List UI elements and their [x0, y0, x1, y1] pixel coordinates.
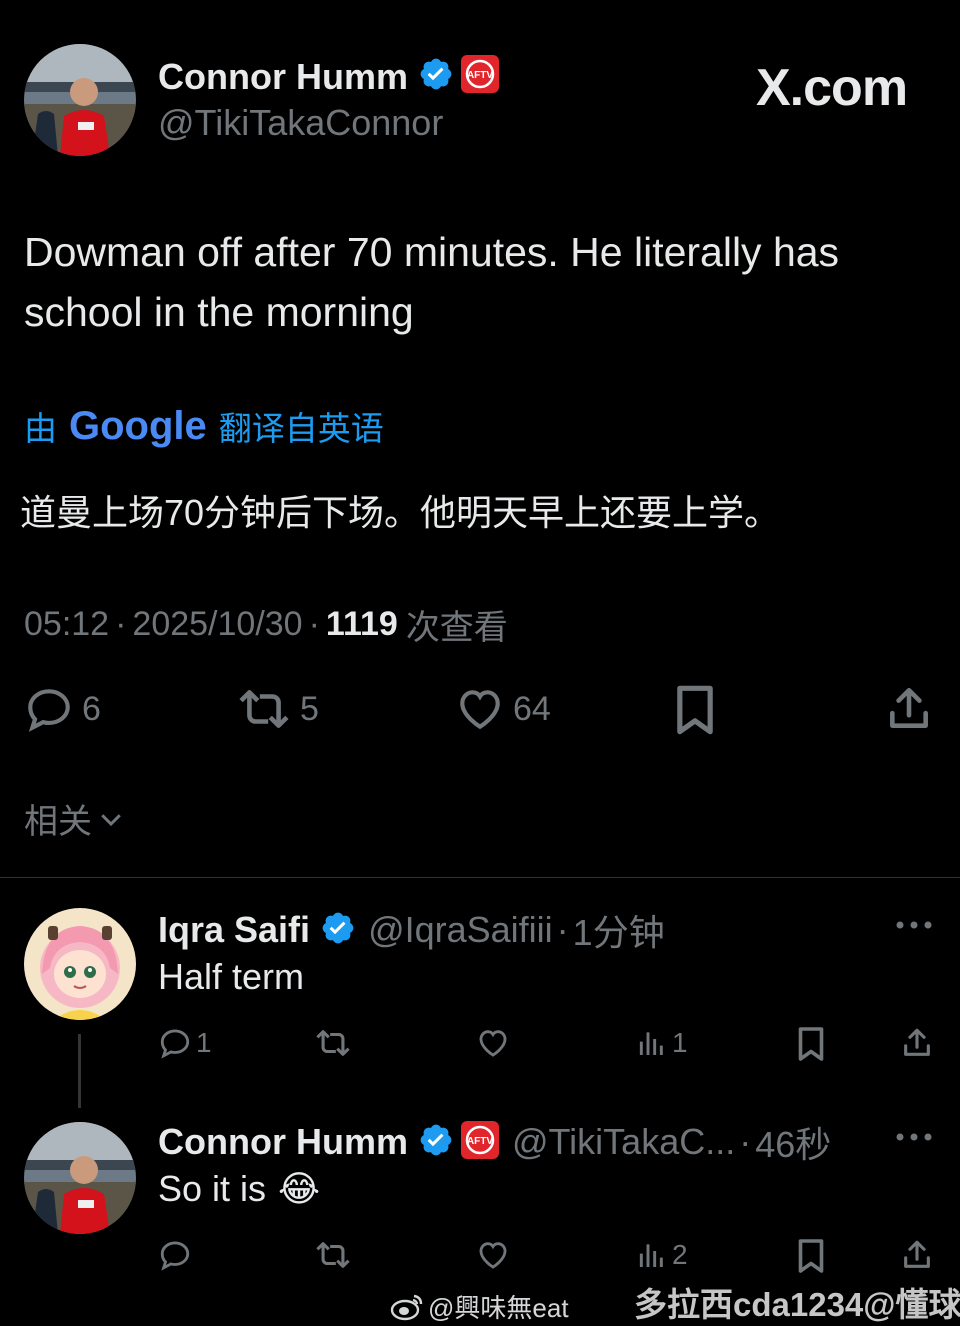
view-count: 1 — [672, 1027, 688, 1058]
reply-author-handle[interactable]: @TikiTakaC... — [512, 1121, 735, 1163]
retweet-icon — [316, 1242, 350, 1268]
retweet-icon — [239, 690, 289, 728]
like-count: 64 — [513, 689, 551, 728]
verified-badge-icon — [418, 56, 454, 97]
reply-icon — [160, 1029, 190, 1059]
share-button[interactable] — [884, 684, 934, 734]
reply-text-content: So it is — [158, 1168, 267, 1209]
reply-time[interactable]: 1分钟 — [573, 904, 665, 956]
google-logo: Google — [69, 403, 207, 448]
divider — [0, 877, 960, 878]
reply-count: 1 — [196, 1027, 212, 1058]
retweet-button[interactable] — [314, 1026, 352, 1060]
chevron-down-icon — [101, 813, 121, 826]
more-options-button[interactable] — [894, 908, 934, 947]
bookmark-icon — [677, 685, 713, 735]
translate-link[interactable]: 由 Google 翻译自英语 — [24, 402, 384, 450]
author-name[interactable]: Connor Humm — [158, 56, 408, 98]
view-count: 2 — [672, 1239, 688, 1270]
heart-icon — [479, 1242, 507, 1269]
reply-avatar[interactable] — [24, 1122, 136, 1234]
author-avatar[interactable] — [24, 44, 136, 156]
share-icon — [890, 687, 928, 728]
more-icon — [896, 1133, 932, 1141]
share-button[interactable] — [900, 1238, 934, 1272]
reply-avatar[interactable] — [24, 908, 136, 1020]
more-icon — [896, 921, 932, 929]
thread-connector-line — [78, 1034, 81, 1108]
more-options-button[interactable] — [894, 1120, 934, 1159]
reply-count: 6 — [82, 689, 101, 728]
like-button[interactable]: 64 — [455, 684, 551, 734]
tweet-text: Dowman off after 70 minutes. He literall… — [24, 229, 840, 335]
svg-text:AFTV: AFTV — [467, 70, 493, 81]
weibo-logo-icon — [390, 1294, 423, 1320]
tweet-meta: 05:12 · 2025/10/30 · 1119 次查看 — [24, 600, 508, 649]
dongqiudi-watermark: 多拉西cda1234@懂球帝 — [634, 1286, 960, 1323]
share-icon — [904, 1028, 930, 1056]
views-button[interactable]: 1 — [636, 1026, 688, 1060]
bookmark-icon — [798, 1239, 824, 1273]
bookmark-button[interactable] — [672, 684, 718, 736]
tweet-date[interactable]: 2025/10/30 — [132, 605, 302, 644]
related-toggle[interactable]: 相关 — [24, 794, 126, 843]
views-button[interactable]: 2 — [636, 1238, 688, 1272]
reply-author-name[interactable]: Iqra Saifi — [158, 909, 310, 951]
related-label: 相关 — [24, 803, 92, 841]
retweet-button[interactable] — [314, 1238, 352, 1272]
verified-badge-icon — [418, 1122, 454, 1163]
views-label: 次查看 — [405, 609, 508, 647]
reply-icon — [28, 689, 70, 732]
share-button[interactable] — [900, 1026, 934, 1060]
heart-icon — [460, 690, 500, 730]
reply-button[interactable]: 6 — [24, 684, 101, 734]
reply-icon — [160, 1241, 190, 1271]
svg-text:AFTV: AFTV — [467, 1136, 493, 1147]
reply-button[interactable] — [158, 1238, 192, 1272]
reply-text: Half term — [158, 956, 305, 997]
retweet-button[interactable]: 5 — [236, 684, 319, 734]
reply-button[interactable]: 1 — [158, 1026, 212, 1060]
share-icon — [904, 1240, 930, 1268]
site-label: X.com — [756, 59, 908, 117]
analytics-icon — [639, 1244, 663, 1267]
translated-text: 道曼上场70分钟后下场。他明天早上还要上学。 — [20, 492, 781, 533]
like-button[interactable] — [476, 1238, 510, 1272]
tweet-time[interactable]: 05:12 — [24, 605, 109, 644]
verified-badge-icon — [320, 910, 356, 951]
bookmark-icon — [798, 1027, 824, 1061]
reply-author-name[interactable]: Connor Humm — [158, 1121, 408, 1163]
heart-icon — [479, 1030, 507, 1057]
bookmark-button[interactable] — [796, 1026, 826, 1062]
like-button[interactable] — [476, 1026, 510, 1060]
translate-suffix: 翻译自英语 — [218, 410, 384, 447]
view-count: 1119 — [325, 605, 398, 643]
affiliate-badge-icon: AFTV — [460, 54, 500, 99]
laughing-emoji-icon: 😂 — [278, 1168, 321, 1210]
weibo-watermark: @興味無eat — [390, 1288, 569, 1325]
reply-text: So it is 😂 — [158, 1168, 320, 1210]
retweet-count: 5 — [300, 689, 319, 728]
analytics-icon — [639, 1032, 663, 1055]
reply-time[interactable]: 46秒 — [755, 1116, 831, 1168]
weibo-watermark-text: @興味無eat — [428, 1293, 569, 1323]
bookmark-button[interactable] — [796, 1238, 826, 1274]
reply-author-handle[interactable]: @IqraSaifiii — [368, 909, 553, 951]
author-handle[interactable]: @TikiTakaConnor — [158, 102, 443, 144]
translate-prefix: 由 — [24, 410, 57, 447]
affiliate-badge-icon: AFTV — [460, 1120, 500, 1165]
retweet-icon — [316, 1030, 350, 1056]
